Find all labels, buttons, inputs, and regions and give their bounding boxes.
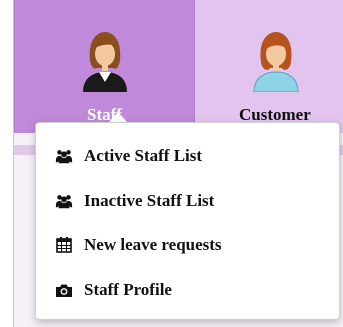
camera-icon [55,281,73,299]
users-icon [55,147,73,165]
users-icon [55,192,73,210]
menu-item-label: Inactive Staff List [84,191,215,210]
menu-item-label: Active Staff List [84,146,203,165]
female-staff-avatar-icon [83,32,127,92]
female-customer-avatar-icon [253,32,299,92]
page-left-edge [0,0,14,327]
menu-item-staff-profile[interactable]: Staff Profile [36,273,339,307]
menu-item-active-staff-list[interactable]: Active Staff List [36,139,339,173]
menu-item-label: Staff Profile [84,280,172,299]
staff-dropdown-menu: Active Staff List Inactive Staff List Ne… [35,122,340,320]
menu-item-inactive-staff-list[interactable]: Inactive Staff List [36,184,339,218]
calendar-icon [55,236,73,254]
tab-staff[interactable]: Staff [14,0,195,133]
menu-item-new-leave-requests[interactable]: New leave requests [36,228,339,262]
menu-item-label: New leave requests [84,235,222,254]
tab-customer[interactable]: Customer [195,0,343,133]
